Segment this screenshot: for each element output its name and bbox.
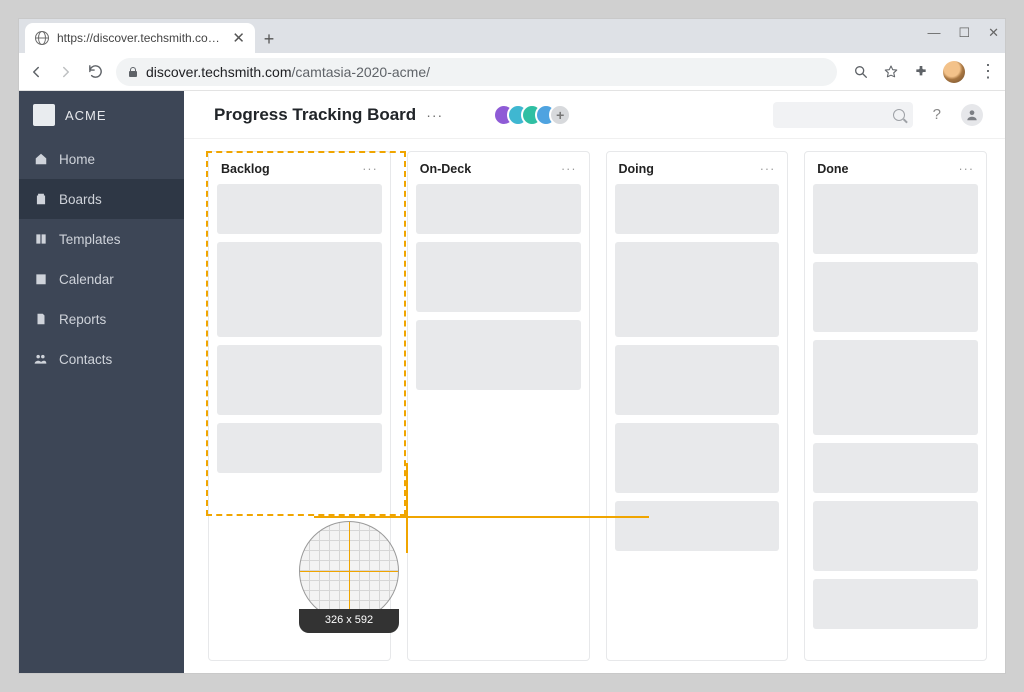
board-column-done[interactable]: Done ··· <box>804 151 987 661</box>
sidebar-item-contacts[interactable]: Contacts <box>19 339 184 379</box>
sidebar-item-boards[interactable]: Boards <box>19 179 184 219</box>
column-header: Backlog ··· <box>217 160 382 184</box>
board-card[interactable] <box>813 579 978 629</box>
clipboard-icon <box>33 192 48 207</box>
sidebar-item-home[interactable]: Home <box>19 139 184 179</box>
capture-magnifier <box>299 521 399 621</box>
search-icon <box>893 109 905 121</box>
board-card[interactable] <box>217 345 382 415</box>
member-stack[interactable]: + <box>493 104 571 126</box>
close-window-button[interactable]: ✕ <box>988 25 999 41</box>
calendar-icon <box>33 272 48 287</box>
tab-title: https://discover.techsmith.com/c <box>57 31 224 45</box>
browser-tab[interactable]: https://discover.techsmith.com/c ✕ <box>25 23 255 53</box>
back-button[interactable] <box>27 63 45 81</box>
browser-window: https://discover.techsmith.com/c ✕ + — ☐… <box>18 18 1006 674</box>
board-column-on-deck[interactable]: On-Deck ··· <box>407 151 590 661</box>
board-card[interactable] <box>416 320 581 390</box>
column-more-icon[interactable]: ··· <box>959 162 975 176</box>
sidebar-item-label: Home <box>59 152 95 167</box>
board-card[interactable] <box>615 242 780 337</box>
bookmark-star-icon[interactable] <box>883 64 899 80</box>
board-top-bar: Progress Tracking Board ··· + ? <box>184 91 1005 139</box>
add-member-button[interactable]: + <box>549 104 571 126</box>
sidebar-item-templates[interactable]: Templates <box>19 219 184 259</box>
window-controls: — ☐ ✕ <box>927 25 999 41</box>
board-title: Progress Tracking Board <box>214 105 416 125</box>
sidebar-item-reports[interactable]: Reports <box>19 299 184 339</box>
document-icon <box>33 312 48 327</box>
sidebar-item-label: Boards <box>59 192 102 207</box>
globe-icon <box>35 31 49 45</box>
forward-button[interactable] <box>57 63 75 81</box>
home-icon <box>33 152 48 167</box>
search-input[interactable] <box>773 102 913 128</box>
tab-strip: https://discover.techsmith.com/c ✕ + — ☐… <box>19 19 1005 53</box>
address-bar-row: discover.techsmith.com/camtasia-2020-acm… <box>19 53 1005 91</box>
lock-icon <box>128 67 138 77</box>
sidebar-item-label: Calendar <box>59 272 114 287</box>
column-title: On-Deck <box>420 162 471 176</box>
board-card[interactable] <box>217 184 382 234</box>
column-more-icon[interactable]: ··· <box>561 162 577 176</box>
org-name: ACME <box>65 108 107 123</box>
help-button[interactable]: ? <box>933 106 941 123</box>
board-card[interactable] <box>813 262 978 332</box>
new-tab-button[interactable]: + <box>255 25 283 53</box>
column-header: Done ··· <box>813 160 978 184</box>
board-card[interactable] <box>615 184 780 234</box>
close-tab-icon[interactable]: ✕ <box>232 31 245 46</box>
maximize-button[interactable]: ☐ <box>958 25 970 41</box>
board-card[interactable] <box>813 501 978 571</box>
board-card[interactable] <box>217 423 382 473</box>
zoom-icon[interactable] <box>853 64 869 80</box>
board-card[interactable] <box>813 184 978 254</box>
column-title: Done <box>817 162 848 176</box>
board-more-icon[interactable]: ··· <box>426 107 443 123</box>
org-logo <box>33 104 55 126</box>
org-row[interactable]: ACME <box>19 91 184 139</box>
minimize-button[interactable]: — <box>927 25 940 41</box>
board-card[interactable] <box>416 184 581 234</box>
app-content: ACME Home Boards Templates <box>19 91 1005 673</box>
url-text: discover.techsmith.com/camtasia-2020-acm… <box>146 64 430 80</box>
column-title: Backlog <box>221 162 270 176</box>
chrome-menu-icon[interactable]: ⋮ <box>979 61 997 82</box>
sidebar: ACME Home Boards Templates <box>19 91 184 673</box>
main-panel: Progress Tracking Board ··· + ? <box>184 91 1005 673</box>
capture-size-label: 326 x 592 <box>299 609 399 633</box>
board-card[interactable] <box>813 443 978 493</box>
board-card[interactable] <box>615 423 780 493</box>
board-column-doing[interactable]: Doing ··· <box>606 151 789 661</box>
column-more-icon[interactable]: ··· <box>760 162 776 176</box>
column-more-icon[interactable]: ··· <box>362 162 378 176</box>
sidebar-item-label: Contacts <box>59 352 112 367</box>
extensions-icon[interactable] <box>913 64 929 80</box>
people-icon <box>33 352 48 367</box>
address-bar[interactable]: discover.techsmith.com/camtasia-2020-acm… <box>116 58 837 86</box>
column-header: Doing ··· <box>615 160 780 184</box>
reload-button[interactable] <box>87 63 104 80</box>
column-title: Doing <box>619 162 654 176</box>
sidebar-item-label: Templates <box>59 232 121 247</box>
board-card[interactable] <box>217 242 382 337</box>
sidebar-item-calendar[interactable]: Calendar <box>19 259 184 299</box>
templates-icon <box>33 232 48 247</box>
board-card[interactable] <box>813 340 978 435</box>
column-header: On-Deck ··· <box>416 160 581 184</box>
toolbar-right: ⋮ <box>853 61 997 83</box>
user-menu[interactable] <box>961 104 983 126</box>
board-card[interactable] <box>416 242 581 312</box>
board-card[interactable] <box>615 501 780 551</box>
board-card[interactable] <box>615 345 780 415</box>
profile-avatar[interactable] <box>943 61 965 83</box>
sidebar-item-label: Reports <box>59 312 106 327</box>
